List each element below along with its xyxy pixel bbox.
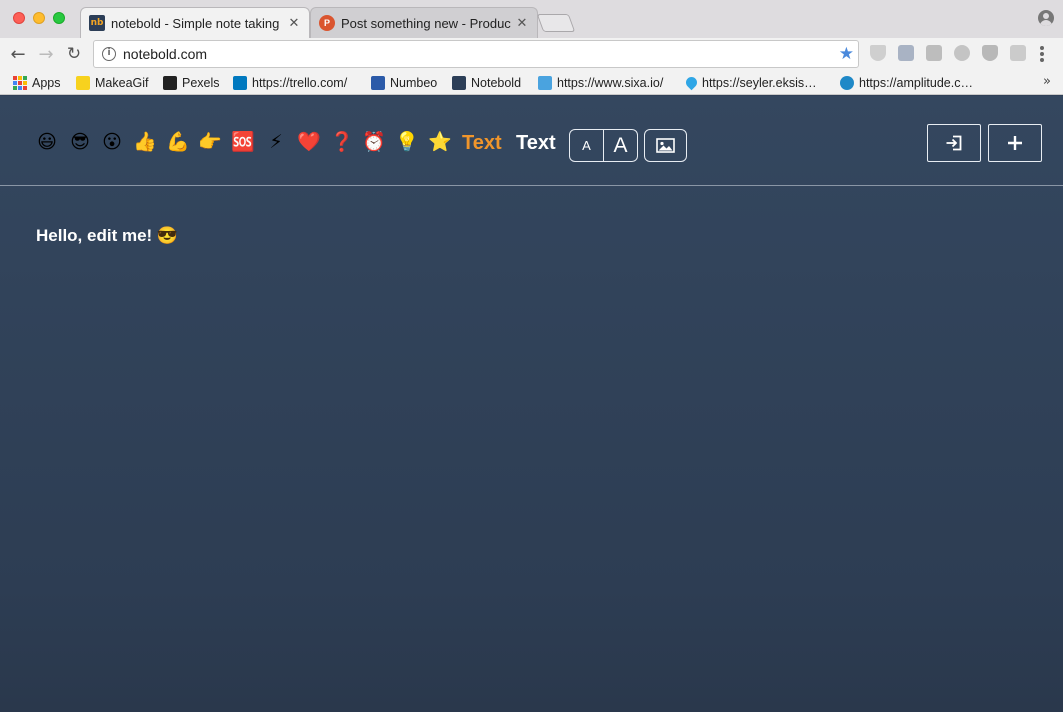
extension-stamp-icon[interactable]	[898, 45, 914, 61]
back-arrow-icon[interactable]: ←	[6, 42, 30, 66]
window-maximize-button[interactable]	[53, 12, 65, 24]
emoji-alarm-clock-button[interactable]: ⏰	[362, 130, 386, 154]
bookmark-label: https://trello.com/	[252, 75, 348, 90]
font-size-toggle: A A	[569, 129, 638, 162]
emoji-red-heart-button[interactable]: ❤️	[297, 130, 321, 154]
extension-guard-icon[interactable]	[982, 45, 998, 61]
producthunt-favicon-icon: P	[319, 15, 335, 31]
new-tab-button[interactable]	[536, 14, 576, 32]
emoji-lightning-button[interactable]: ⚡	[264, 130, 288, 154]
bookmark-label: https://amplitude.c…	[859, 75, 973, 90]
profile-icon[interactable]	[1038, 10, 1054, 26]
window-close-button[interactable]	[13, 12, 25, 24]
bookmark-amplitude[interactable]: https://amplitude.c…	[840, 74, 973, 91]
emoji-surprised-face-button[interactable]: 😮	[100, 130, 124, 154]
add-note-button[interactable]	[988, 124, 1042, 162]
bookmark-apps[interactable]: Apps	[13, 74, 61, 91]
bookmark-label: Pexels	[182, 75, 220, 90]
makeagif-icon	[76, 75, 90, 90]
emoji-flexed-biceps-button[interactable]: 💪	[166, 130, 190, 154]
bookmark-makeagif[interactable]: MakeaGif	[76, 74, 149, 91]
editor-toolbar: 😃 😎 😮 👍 💪 👉 🆘 ⚡ ❤️ ❓ ⏰ 💡 ⭐ Text Text A A	[0, 96, 1063, 186]
extension-cast-icon[interactable]	[1010, 45, 1026, 61]
window-minimize-button[interactable]	[33, 12, 45, 24]
reload-icon[interactable]: ↻	[62, 42, 86, 66]
emoji-sunglasses-face-button[interactable]: 😎	[68, 130, 92, 154]
tab-close-icon[interactable]: ✕	[287, 15, 301, 31]
url-text[interactable]: notebold.com	[123, 46, 207, 62]
text-color-white-button[interactable]: Text	[516, 132, 556, 155]
bookmark-pexels[interactable]: Pexels	[163, 74, 220, 91]
emoji-sos-button[interactable]: 🆘	[231, 130, 255, 154]
forward-arrow-icon[interactable]: →	[34, 42, 58, 66]
emoji-grinning-face-button[interactable]: 😃	[35, 130, 59, 154]
note-text-editor[interactable]: Hello, edit me! 😎	[36, 226, 178, 246]
sign-in-icon	[946, 135, 962, 151]
bookmarks-bar: Apps MakeaGif Pexels https://trello.com/…	[0, 70, 1063, 95]
sixa-icon	[538, 75, 552, 90]
emoji-light-bulb-button[interactable]: 💡	[395, 130, 419, 154]
bookmark-label: Numbeo	[390, 75, 438, 90]
font-size-small-button[interactable]: A	[570, 130, 603, 161]
bookmark-label: MakeaGif	[95, 75, 149, 90]
numbeo-icon	[371, 75, 385, 90]
site-info-icon[interactable]: i	[102, 47, 116, 61]
plus-icon	[1008, 136, 1022, 150]
emoji-thumbs-up-button[interactable]: 👍	[133, 130, 157, 154]
browser-menu-icon[interactable]	[1040, 46, 1044, 62]
notebold-icon	[452, 75, 466, 90]
bookmark-label: https://seyler.eksis…	[702, 75, 817, 90]
browser-toolbar: ← → ↻ i notebold.com ★	[0, 38, 1063, 70]
image-icon	[656, 138, 675, 153]
bookmark-trello[interactable]: https://trello.com/	[233, 74, 347, 91]
browser-titlebar: nb notebold - Simple note taking ✕ P Pos…	[0, 0, 1063, 38]
tab-close-icon[interactable]: ✕	[515, 15, 529, 31]
bookmark-numbeo[interactable]: Numbeo	[371, 74, 437, 91]
bookmark-seyler[interactable]: https://seyler.eksis…	[683, 74, 817, 91]
bookmark-sixa[interactable]: https://www.sixa.io/	[538, 74, 663, 91]
bookmark-label: Apps	[32, 75, 61, 90]
bookmark-label: Notebold	[471, 75, 522, 90]
extension-shield-icon[interactable]	[870, 45, 886, 61]
trello-icon	[233, 75, 247, 90]
address-bar[interactable]: i notebold.com ★	[93, 40, 859, 68]
bookmarks-overflow-icon[interactable]: »	[1043, 74, 1051, 89]
login-button[interactable]	[927, 124, 981, 162]
text-color-orange-button[interactable]: Text	[462, 132, 502, 155]
emoji-question-mark-button[interactable]: ❓	[330, 130, 354, 154]
extension-info-icon[interactable]	[926, 45, 942, 61]
bookmark-notebold[interactable]: Notebold	[452, 74, 521, 91]
emoji-pointing-right-button[interactable]: 👉	[198, 130, 222, 154]
pexels-icon	[163, 75, 177, 90]
droplet-icon	[683, 74, 700, 91]
browser-tab-producthunt[interactable]: P Post something new - Product ✕	[310, 7, 538, 38]
tab-title: notebold - Simple note taking	[111, 15, 280, 31]
notebold-favicon-icon: nb	[89, 15, 105, 31]
notebold-app: 😃 😎 😮 👍 💪 👉 🆘 ⚡ ❤️ ❓ ⏰ 💡 ⭐ Text Text A A	[0, 96, 1063, 712]
font-size-large-button[interactable]: A	[603, 130, 637, 161]
browser-tab-notebold[interactable]: nb notebold - Simple note taking ✕	[80, 7, 310, 38]
emoji-star-button[interactable]: ⭐	[428, 130, 452, 154]
extension-skype-icon[interactable]	[954, 45, 970, 61]
amplitude-icon	[840, 75, 854, 90]
tab-title: Post something new - Product	[341, 15, 511, 31]
bookmark-label: https://www.sixa.io/	[557, 75, 664, 90]
insert-image-button[interactable]	[644, 129, 687, 162]
apps-grid-icon	[13, 75, 27, 90]
bookmark-star-icon[interactable]: ★	[839, 44, 854, 64]
